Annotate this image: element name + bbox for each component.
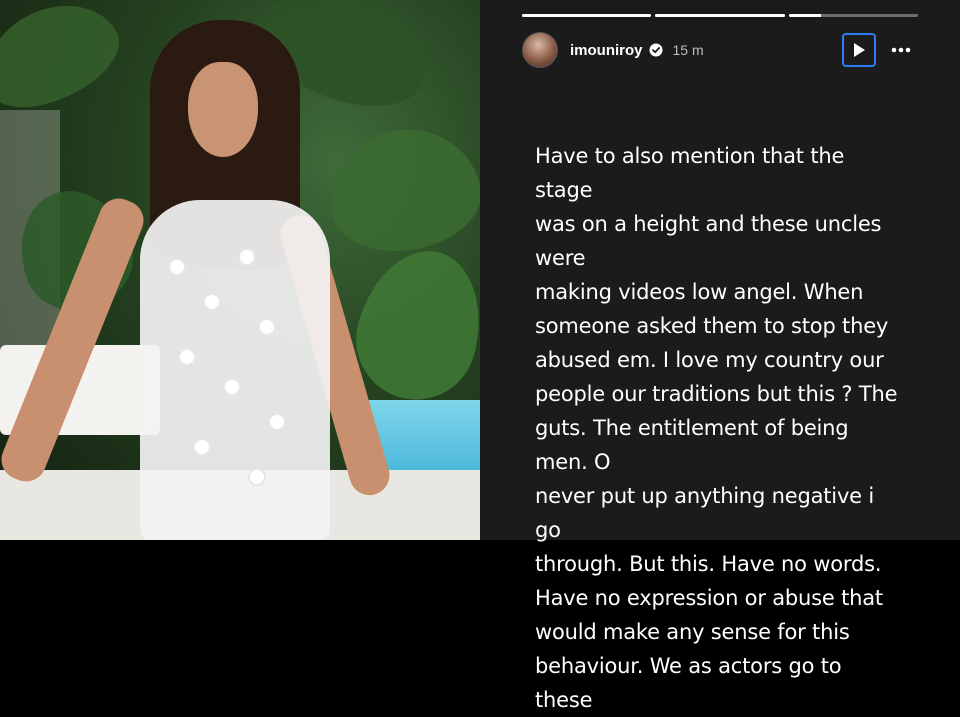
story-text-line: behaviour. We as actors go to these <box>535 654 842 712</box>
progress-segment <box>788 14 918 17</box>
story-text-line: was on a height and these uncles were <box>535 212 882 270</box>
story-text-line: through. But this. Have no words. <box>535 552 882 576</box>
flower <box>260 320 274 334</box>
story-text-line: people our traditions but this ? The <box>535 382 898 406</box>
story-text-line: abused em. I love my country our <box>535 348 884 372</box>
story-text-line: guts. The entitlement of being men. O <box>535 416 849 474</box>
story-text-line: would make any sense for this <box>535 620 850 644</box>
story-panel: imouniroy 15 m Have to also mention that… <box>480 0 960 712</box>
story-text-line: Have no expression or abuse that <box>535 586 883 610</box>
story-progress-bar <box>522 14 918 17</box>
story-text: Have to also mention that the stage was … <box>535 139 905 717</box>
avatar[interactable] <box>522 32 558 68</box>
story-text-line: never put up anything negative i go <box>535 484 875 542</box>
story-text-line: making videos low angel. When <box>535 280 864 304</box>
story-text-line: someone asked them to stop they <box>535 314 889 338</box>
leaf <box>320 117 480 263</box>
face <box>188 62 258 157</box>
person <box>0 20 395 540</box>
flower <box>250 470 264 484</box>
play-icon <box>854 43 865 57</box>
progress-segment <box>655 14 785 17</box>
post-time: 15 m <box>672 42 704 58</box>
progress-segment <box>522 14 652 17</box>
flower <box>170 260 184 274</box>
story-header: imouniroy 15 m <box>522 30 918 70</box>
story-photo <box>0 0 480 540</box>
flower <box>180 350 194 364</box>
white-dress <box>140 200 330 540</box>
flower <box>270 415 284 429</box>
more-options-button[interactable] <box>884 33 918 67</box>
more-horizontal-icon <box>891 47 911 53</box>
verified-badge-icon <box>649 43 663 57</box>
story-text-line: Have to also mention that the stage <box>535 144 845 202</box>
flower <box>240 250 254 264</box>
flower <box>195 440 209 454</box>
flower <box>205 295 219 309</box>
flower <box>225 380 239 394</box>
play-button[interactable] <box>842 33 876 67</box>
username[interactable]: imouniroy <box>570 42 643 59</box>
